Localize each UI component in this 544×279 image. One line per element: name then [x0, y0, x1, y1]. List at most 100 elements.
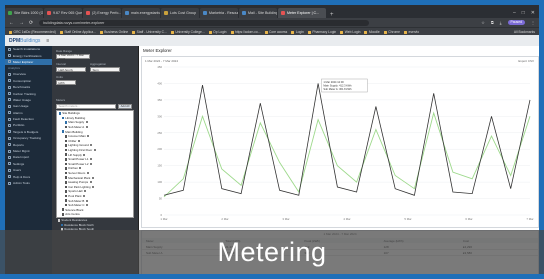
- meter-info-icon[interactable]: [90, 162, 93, 165]
- meter-tree-label: Sports Hall: [68, 189, 83, 194]
- meter-info-icon[interactable]: [86, 204, 89, 207]
- meter-info-icon[interactable]: [90, 158, 93, 161]
- meter-tree-label: Residence Block North: [64, 222, 94, 227]
- bookmark-link[interactable]: Login: [291, 30, 304, 34]
- meter-checkbox[interactable]: [61, 208, 65, 212]
- line-chart[interactable]: 0501001502002503003504004501 Mar 2 Mar 3 M…: [142, 57, 538, 227]
- extensions-icon[interactable]: ⧉: [491, 20, 494, 25]
- meter-info-icon[interactable]: [90, 144, 93, 147]
- meter-checkbox[interactable]: [57, 219, 61, 222]
- meter-checkbox[interactable]: [61, 130, 65, 133]
- meter-tree-label: Student Residences: [61, 218, 88, 223]
- download-icon[interactable]: ⤓: [500, 20, 502, 25]
- meter-info-icon[interactable]: [91, 176, 94, 179]
- meter-info-icon[interactable]: [87, 135, 90, 138]
- meter-info-icon[interactable]: [86, 172, 89, 175]
- browser-tab[interactable]: Mail - Site Buildings...: [239, 8, 277, 18]
- units-select[interactable]: kWh: [56, 80, 76, 85]
- x-tick-label: 2 Mar: [221, 217, 228, 221]
- meter-info-icon[interactable]: [85, 199, 88, 202]
- meter-tree-node[interactable]: Arts Centre: [57, 212, 133, 217]
- bookmark-link[interactable]: https://adorn.co...: [230, 30, 261, 34]
- bookmark-link[interactable]: Core access: [264, 30, 287, 34]
- sidebar-item[interactable]: Admin Tools: [5, 180, 52, 186]
- meter-checkbox[interactable]: [64, 167, 68, 170]
- meter-checkbox[interactable]: [64, 121, 68, 124]
- meter-checkbox[interactable]: [64, 139, 68, 143]
- bookmark-star-icon[interactable]: ☆: [481, 20, 485, 25]
- sidebar-toggle-icon[interactable]: ≡: [46, 38, 49, 44]
- all-bookmarks-link[interactable]: All Bookmarks: [514, 30, 539, 34]
- bookmark-link[interactable]: Staff - University C...: [132, 30, 167, 34]
- url-input[interactable]: buildingdata.ruvys.com/meter-explorer: [39, 19, 370, 26]
- meter-checkbox[interactable]: [64, 134, 68, 138]
- bookmark-link[interactable]: Chrome: [383, 30, 400, 34]
- add-all-button[interactable]: Add All: [118, 104, 132, 109]
- bookmark-link[interactable]: eservlo: [404, 30, 419, 34]
- meter-checkbox[interactable]: [58, 112, 62, 115]
- browser-tab[interactable]: Lots Cost Group: [161, 8, 199, 18]
- bookmark-link[interactable]: University College...: [170, 30, 205, 34]
- meter-info-icon[interactable]: [92, 185, 95, 188]
- browser-tab[interactable]: main.energystarbuil...: [122, 8, 160, 18]
- reload-icon[interactable]: ⟳: [29, 20, 33, 26]
- meter-checkbox[interactable]: [64, 144, 68, 147]
- y-tick-label: 100: [157, 180, 162, 184]
- meter-info-icon[interactable]: [77, 139, 80, 142]
- meter-checkbox[interactable]: [64, 199, 68, 202]
- meter-checkbox[interactable]: [64, 194, 68, 198]
- tab-favicon-icon: [8, 11, 12, 15]
- meter-tree-label: Lighting Ground: [68, 143, 89, 148]
- interval-select[interactable]: Half-hourly: [56, 67, 86, 72]
- meter-info-icon[interactable]: [89, 181, 92, 184]
- browser-tab[interactable]: Site Bldrs 1000 (GC): [5, 8, 43, 18]
- meter-info-icon[interactable]: [93, 149, 96, 152]
- browser-tab[interactable]: Marketria - Resourc...: [200, 8, 238, 18]
- maximize-icon[interactable]: □: [522, 10, 525, 16]
- bookmark-link[interactable]: Moodle: [364, 30, 380, 34]
- bookmark-link[interactable]: Pharmacy Login: [307, 30, 336, 34]
- meter-info-icon[interactable]: [85, 121, 88, 124]
- meter-search-input[interactable]: Search meters...: [56, 104, 116, 109]
- tab-label: (2) Energy Perfo...: [92, 11, 121, 15]
- bookmark-link[interactable]: GRC 1stDo (Recommended): [9, 30, 56, 34]
- meter-checkbox[interactable]: [64, 157, 68, 161]
- meter-info-icon[interactable]: [79, 167, 82, 170]
- meter-info-icon[interactable]: [85, 126, 88, 129]
- meter-checkbox[interactable]: [61, 116, 65, 120]
- bookmark-link[interactable]: Web Login: [340, 30, 360, 34]
- menu-icon[interactable]: ⋮: [531, 20, 535, 25]
- meter-tree-label: Heating Pumps: [68, 180, 89, 185]
- meter-checkbox[interactable]: [64, 153, 68, 156]
- meter-checkbox[interactable]: [64, 185, 68, 189]
- meter-checkbox[interactable]: [64, 190, 68, 193]
- sidebar-item-label: Help & Docs: [13, 174, 31, 179]
- browser-tab[interactable]: (2) Energy Perfo...: [83, 8, 121, 18]
- meter-info-icon[interactable]: [82, 194, 85, 197]
- back-icon[interactable]: ←: [9, 20, 14, 26]
- bookmark-link[interactable]: Business Online: [99, 30, 128, 34]
- meter-info-icon[interactable]: [83, 190, 86, 193]
- meter-checkbox[interactable]: [64, 180, 68, 184]
- meter-checkbox[interactable]: [64, 171, 68, 175]
- app-logo[interactable]: DPMBuildings: [9, 38, 40, 44]
- profile-button[interactable]: Paused: [507, 20, 525, 25]
- meter-checkbox[interactable]: [64, 125, 68, 129]
- meter-checkbox[interactable]: [64, 203, 68, 207]
- y-tick-label: 400: [157, 81, 162, 85]
- close-icon[interactable]: ✕: [531, 10, 535, 16]
- minimize-icon[interactable]: –: [513, 10, 516, 16]
- sidebar-item-label: Occupancy Tracking: [13, 136, 42, 141]
- forward-icon[interactable]: →: [19, 20, 24, 26]
- meter-checkbox[interactable]: [61, 213, 65, 216]
- meter-checkbox[interactable]: [64, 148, 68, 152]
- meter-checkbox[interactable]: [60, 223, 64, 227]
- meter-checkbox[interactable]: [64, 176, 68, 179]
- bookmark-link[interactable]: Staff Online Applica...: [59, 30, 96, 34]
- bookmark-link[interactable]: Op Login: [208, 30, 227, 34]
- meter-checkbox[interactable]: [64, 162, 68, 166]
- browser-tab[interactable]: Meter Explorer | C...: [278, 8, 326, 18]
- meter-info-icon[interactable]: [83, 153, 86, 156]
- browser-tab[interactable]: 9.67 Rev 065 Que: [44, 8, 82, 18]
- aggregation-select[interactable]: Sum: [90, 67, 120, 72]
